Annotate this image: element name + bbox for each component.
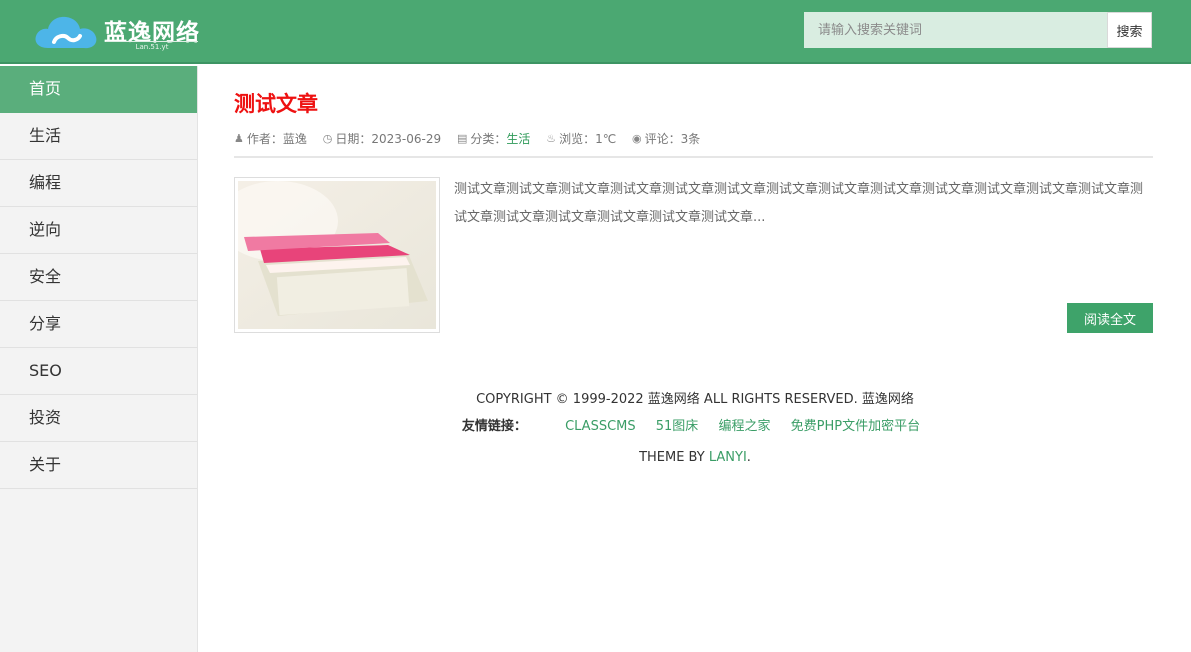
meta-category-label: 分类： — [470, 132, 507, 146]
meta-category: ▤ 分类： 生活 — [457, 130, 530, 147]
meta-views-value: 1℃ — [595, 131, 617, 146]
meta-comments-value: 3条 — [680, 132, 701, 146]
meta-author: ♟ 作者： 蓝逸 — [234, 130, 307, 147]
article-thumbnail[interactable] — [234, 177, 440, 333]
meta-views-label: 浏览： — [559, 132, 596, 146]
meta-views: ♨ 浏览： 1℃ — [546, 130, 616, 147]
meta-date: ◷ 日期： 2023-06-29 — [323, 130, 441, 147]
fire-icon: ♨ — [546, 132, 557, 145]
sidebar-item-home[interactable]: 首页 — [0, 66, 197, 113]
meta-author-value: 蓝逸 — [282, 132, 307, 146]
user-icon: ♟ — [234, 132, 244, 145]
logo-subtitle: Lan.51.yt — [106, 41, 198, 51]
comments-icon: ◉ — [632, 132, 642, 145]
sidebar-item-seo[interactable]: SEO — [0, 348, 197, 395]
sidebar-item-programming[interactable]: 编程 — [0, 160, 197, 207]
read-more-button[interactable]: 阅读全文 — [1067, 303, 1153, 333]
main-content: 测试文章 ♟ 作者： 蓝逸 ◷ 日期： 2023-06-29 ▤ 分类： 生活 … — [199, 66, 1191, 652]
theme-credit: THEME BY LANYI. — [199, 450, 1191, 465]
friend-links: 友情链接： CLASSCMS 51图床 编程之家 免费PHP文件加密平台 — [199, 415, 1191, 434]
friend-link-biancheng[interactable]: 编程之家 — [718, 419, 770, 434]
sidebar-item-security[interactable]: 安全 — [0, 254, 197, 301]
friend-links-label: 友情链接： — [461, 419, 527, 434]
article-meta: ♟ 作者： 蓝逸 ◷ 日期： 2023-06-29 ▤ 分类： 生活 ♨ 浏览：… — [234, 130, 1153, 158]
friend-link-classcms[interactable]: CLASSCMS — [565, 419, 636, 434]
search-bar: 搜索 — [804, 12, 1152, 48]
article-excerpt: 测试文章测试文章测试文章测试文章测试文章测试文章测试文章测试文章测试文章测试文章… — [454, 182, 1144, 225]
meta-category-link[interactable]: 生活 — [506, 130, 530, 147]
theme-prefix: THEME BY — [639, 450, 709, 465]
friend-link-php-encrypt[interactable]: 免费PHP文件加密平台 — [791, 419, 920, 434]
sidebar-item-invest[interactable]: 投资 — [0, 395, 197, 442]
sidebar-item-reverse[interactable]: 逆向 — [0, 207, 197, 254]
meta-date-label: 日期： — [335, 132, 372, 146]
meta-comments-label: 评论： — [644, 132, 681, 146]
article-title[interactable]: 测试文章 — [234, 88, 318, 118]
meta-comments: ◉ 评论： 3条 — [632, 130, 700, 147]
sidebar-item-about[interactable]: 关于 — [0, 442, 197, 489]
sidebar-item-life[interactable]: 生活 — [0, 113, 197, 160]
folder-icon: ▤ — [456, 132, 468, 145]
sidebar-item-share[interactable]: 分享 — [0, 301, 197, 348]
search-button[interactable]: 搜索 — [1107, 12, 1152, 48]
theme-author-link[interactable]: LANYI — [709, 450, 747, 465]
site-logo[interactable]: 蓝逸网络 Lan.51.yt — [34, 10, 204, 54]
theme-suffix: . — [746, 450, 751, 465]
thumbnail-image — [238, 181, 436, 329]
cloud-logo-icon — [35, 16, 97, 49]
sidebar-nav: 首页 生活 编程 逆向 安全 分享 SEO 投资 关于 — [0, 66, 198, 652]
header: 蓝逸网络 Lan.51.yt 搜索 — [0, 0, 1191, 64]
meta-author-label: 作者： — [246, 132, 283, 146]
friend-link-51tuchuang[interactable]: 51图床 — [656, 419, 699, 434]
clock-icon: ◷ — [322, 132, 333, 145]
copyright-text: COPYRIGHT © 1999-2022 蓝逸网络 ALL RIGHTS RE… — [476, 392, 914, 407]
search-input[interactable] — [804, 12, 1107, 48]
meta-date-value: 2023-06-29 — [371, 131, 442, 146]
